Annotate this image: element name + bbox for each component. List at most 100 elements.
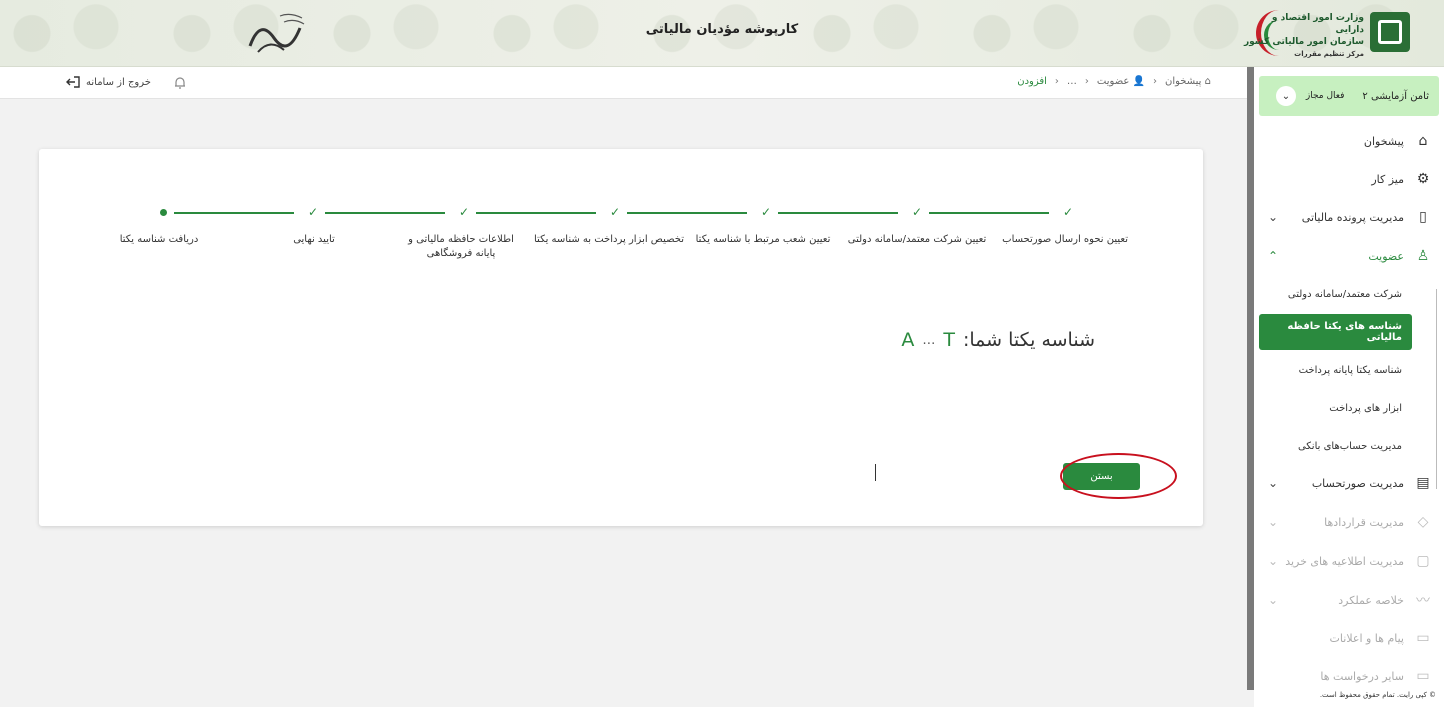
text-cursor (875, 464, 876, 481)
step-label-3: تعیین شعب مرتبط با شناسه یکتا (695, 234, 831, 245)
chevron-down-icon: ⌄ (1268, 554, 1279, 568)
logout-icon (66, 76, 80, 88)
breadcrumb-item-dashboard: پیشخوان (1164, 76, 1202, 87)
breadcrumb: ⌂ پیشخوان ‹ 👤 عضویت ‹ … ‹ افزودن (1017, 76, 1211, 87)
sidebar: ثامن آزمایشی ۲ فعال مجاز ⌄ ⌂ پیشخوان ⚙ م… (1254, 67, 1444, 707)
sidebar-subitem-trusted-company[interactable]: شرکت معتمد/سامانه دولتی (1254, 276, 1444, 312)
org-name: وزارت امور اقتصاد و دارایی سازمان امور م… (1244, 12, 1364, 60)
step-2-check-icon: ✓ (911, 205, 923, 219)
org-name-line1: وزارت امور اقتصاد و دارایی (1271, 13, 1364, 35)
notification-bell-icon[interactable] (172, 75, 188, 91)
sidebar-subitem-label: شرکت معتمد/سامانه دولتی (1287, 288, 1402, 300)
main-scrollbar[interactable] (1247, 67, 1254, 690)
chat-icon: ▭ (1416, 668, 1430, 684)
chevron-down-icon: ⌄ (1268, 593, 1279, 607)
sidebar-item-label: مدیریت اطلاعیه های خرید (1285, 554, 1404, 568)
sidebar-item-invoices[interactable]: ▤ مدیریت صورتحساب ⌄ (1254, 464, 1444, 502)
sidebar-subitem-payment-tools[interactable]: ابزار های پرداخت (1254, 390, 1444, 426)
registration-result-card: ✓ ✓ ✓ ✓ ✓ ✓ تعیین نحوه ارسال صورتحساب تع… (39, 149, 1203, 526)
step-label-6: تایید نهایی (293, 234, 335, 245)
step-label-1: تعیین نحوه ارسال صورتحساب (1002, 234, 1128, 245)
home-icon: ⌂ (1204, 76, 1211, 87)
step-5-check-icon: ✓ (458, 205, 470, 219)
step-6-check-icon: ✓ (307, 205, 319, 219)
org-emblem-icon (1370, 12, 1410, 52)
breadcrumb-separator-icon: ‹ (1054, 76, 1059, 87)
sidebar-subitem-label: مدیریت حساب‌های بانکی (1297, 440, 1402, 452)
file-icon: ▯ (1419, 209, 1427, 225)
home-icon: ⌂ (1418, 133, 1428, 149)
step-label-4: تخصیص ابزار پرداخت به شناسه یکتا (534, 234, 684, 245)
sidebar-item-label: پیام ها و اعلانات (1329, 631, 1404, 645)
sidebar-item-dashboard[interactable]: ⌂ پیشخوان (1254, 122, 1444, 160)
bag-icon: ▢ (1416, 553, 1430, 569)
workflow-icon: ⚙ (1416, 171, 1430, 187)
sidebar-item-label: عضویت (1368, 249, 1404, 263)
sidebar-item-label: سایر درخواست ها (1320, 669, 1404, 683)
breadcrumb-item-membership: عضویت (1096, 76, 1130, 87)
sidebar-item-performance-summary[interactable]: 〰 خلاصه عملکرد ⌄ (1254, 581, 1444, 619)
org-name-line3: مرکز تنظیم مقررات (1294, 50, 1364, 58)
profile-name: ثامن آزمایشی ۲ (1362, 90, 1429, 102)
user-icon: ♙ (1416, 248, 1430, 264)
sidebar-item-label: مدیریت صورتحساب (1311, 476, 1404, 490)
step-label-7: دریافت شناسه یکتا (119, 234, 199, 245)
unique-id-display: شناسه یکتا شما: T … A (901, 329, 1095, 351)
org-name-line2: سازمان امور مالیاتی کشور (1243, 37, 1364, 47)
sidebar-item-label: مدیریت پرونده مالیاتی (1301, 210, 1404, 224)
invoice-icon: ▤ (1416, 475, 1430, 491)
breadcrumb-item-ellipsis[interactable]: … (1067, 76, 1077, 87)
handshake-icon: ◇ (1417, 514, 1429, 530)
chevron-down-icon: ⌄ (1268, 476, 1279, 490)
step-1-check-icon: ✓ (1062, 205, 1074, 219)
logout-button[interactable]: خروج از سامانه (66, 76, 151, 88)
sidebar-subitem-tax-memory-ids[interactable]: شناسه های یکتا حافظه مالیاتی (1259, 314, 1412, 350)
chevron-down-icon[interactable]: ⌄ (1275, 86, 1296, 106)
sidebar-subitem-bank-accounts[interactable]: مدیریت حساب‌های بانکی (1254, 428, 1444, 464)
sidebar-item-contracts[interactable]: ◇ مدیریت قراردادها ⌄ (1254, 503, 1444, 541)
profile-switcher[interactable]: ثامن آزمایشی ۲ فعال مجاز ⌄ (1259, 76, 1439, 116)
step-connector (174, 212, 294, 214)
sidebar-subitem-label: شناسه یکتا پایانه پرداخت (1298, 364, 1402, 376)
step-label-5: اطلاعات حافظه مالیاتی و پایانه فروشگاهی (408, 234, 514, 259)
sidebar-subitem-label: شناسه های یکتا حافظه مالیاتی (1287, 321, 1402, 343)
copyright-text: © کپی رایت. تمام حقوق محفوظ است. (1319, 691, 1436, 699)
step-4-check-icon: ✓ (609, 205, 621, 219)
chevron-down-icon: ⌄ (1268, 515, 1279, 529)
sidebar-item-tax-file[interactable]: ▯ مدیریت پرونده مالیاتی ⌄ (1254, 198, 1444, 236)
tolid-slogan-logo (248, 13, 305, 53)
logout-label: خروج از سامانه (86, 76, 151, 88)
step-connector (929, 212, 1049, 214)
sidebar-item-purchase-notices[interactable]: ▢ مدیریت اطلاعیه های خرید ⌄ (1254, 542, 1444, 580)
sidebar-item-label: خلاصه عملکرد (1338, 593, 1404, 607)
top-header: کارپوشه مؤدیان مالیاتی وزارت امور اقتصاد… (0, 0, 1444, 67)
close-button[interactable]: بستن (1063, 463, 1140, 490)
message-icon: ▭ (1416, 630, 1430, 646)
breadcrumb-membership[interactable]: 👤 عضویت (1097, 76, 1145, 87)
app-title: کارپوشه مؤدیان مالیاتی (645, 22, 799, 37)
step-connector (627, 212, 747, 214)
step-connector (325, 212, 445, 214)
chart-icon: 〰 (1416, 593, 1430, 609)
chevron-up-icon: ⌃ (1268, 249, 1279, 263)
sidebar-item-label: پیشخوان (1363, 134, 1404, 148)
sidebar-item-label: میز کار (1371, 172, 1404, 186)
step-7-current-dot-icon (160, 209, 167, 216)
sub-header: خروج از سامانه ⌂ پیشخوان ‹ 👤 عضویت ‹ … ‹… (0, 67, 1247, 99)
sidebar-item-other-requests[interactable]: ▭ سایر درخواست ها (1254, 657, 1444, 695)
unique-id-label: شناسه یکتا شما: (962, 329, 1095, 351)
user-icon: 👤 (1132, 76, 1145, 87)
sidebar-item-membership[interactable]: ♙ عضویت ⌃ (1254, 237, 1444, 275)
step-connector (778, 212, 898, 214)
profile-status: فعال مجاز (1305, 91, 1345, 101)
progress-stepper: ✓ ✓ ✓ ✓ ✓ ✓ تعیین نحوه ارسال صورتحساب تع… (39, 149, 1203, 269)
step-label-2: تعیین شرکت معتمد/سامانه دولتی (847, 234, 987, 245)
sidebar-item-workdesk[interactable]: ⚙ میز کار (1254, 160, 1444, 198)
unique-id-value-start: T (943, 329, 955, 351)
unique-id-ellipsis: … (922, 332, 936, 348)
breadcrumb-separator-icon: ‹ (1084, 76, 1089, 87)
sidebar-item-messages[interactable]: ▭ پیام ها و اعلانات (1254, 619, 1444, 657)
chevron-down-icon: ⌄ (1268, 210, 1279, 224)
sidebar-subitem-payment-terminal-id[interactable]: شناسه یکتا پایانه پرداخت (1254, 352, 1444, 388)
breadcrumb-home[interactable]: ⌂ پیشخوان (1165, 76, 1211, 87)
